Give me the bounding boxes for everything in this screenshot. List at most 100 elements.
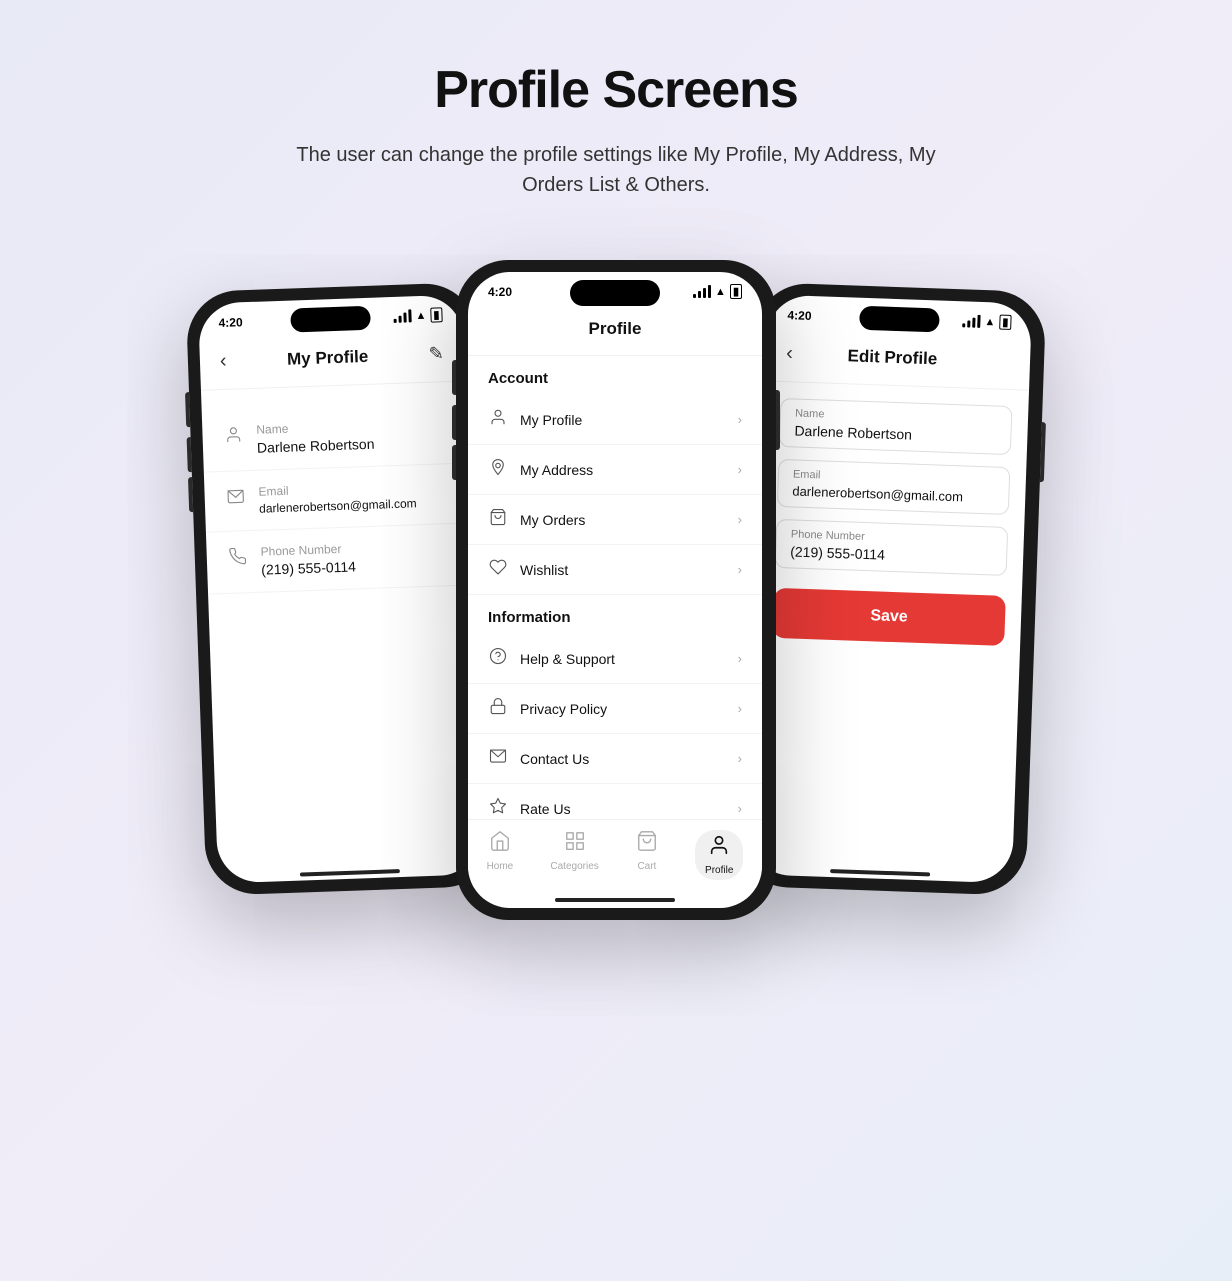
home-indicator-left xyxy=(300,869,400,876)
nav-home[interactable]: Home xyxy=(487,830,514,880)
phone-value: (219) 555-0114 xyxy=(261,558,356,577)
my-orders-text: My Orders xyxy=(520,512,585,528)
status-bar-middle: 4:20 ▲ ▮ xyxy=(468,272,762,303)
help-text: Help & Support xyxy=(520,651,615,667)
rate-icon xyxy=(488,797,508,819)
account-section-label: Account xyxy=(468,356,762,395)
menu-item-my-profile[interactable]: My Profile › xyxy=(468,395,762,445)
menu-item-contact[interactable]: Contact Us › xyxy=(468,734,762,784)
my-profile-text: My Profile xyxy=(520,412,582,428)
contact-text: Contact Us xyxy=(520,751,589,767)
wishlist-icon xyxy=(488,558,508,581)
status-icons-left: ▲ ▮ xyxy=(393,307,442,324)
dynamic-island-left xyxy=(290,306,371,333)
wishlist-text: Wishlist xyxy=(520,562,568,578)
signal-bars-left xyxy=(393,309,411,323)
email-label: Email xyxy=(258,479,416,498)
page-subtitle: The user can change the profile settings… xyxy=(266,140,966,200)
email-field: Email darlenerobertson@gmail.com xyxy=(204,463,470,532)
phone-left: 4:20 ▲ ▮ ‹ xyxy=(186,282,497,896)
nav-profile[interactable]: Profile xyxy=(695,830,743,880)
menu-item-help[interactable]: Help & Support › xyxy=(468,634,762,684)
menu-item-privacy[interactable]: Privacy Policy › xyxy=(468,684,762,734)
phone-input-group[interactable]: Phone Number (219) 555-0114 xyxy=(775,519,1009,576)
menu-item-my-address[interactable]: My Address › xyxy=(468,445,762,495)
email-input-value: darlenerobertson@gmail.com xyxy=(792,483,994,505)
nav-categories[interactable]: Categories xyxy=(550,830,598,880)
edit-profile-title: Edit Profile xyxy=(847,346,937,369)
menu-item-rate[interactable]: Rate Us › xyxy=(468,784,762,819)
menu-item-wishlist[interactable]: Wishlist › xyxy=(468,545,762,595)
my-address-icon xyxy=(488,458,508,481)
profile-menu-title: Profile xyxy=(488,319,742,339)
my-address-text: My Address xyxy=(520,462,593,478)
name-label: Name xyxy=(256,419,374,437)
profile-nav-label: Profile xyxy=(705,865,733,876)
page-title: Profile Screens xyxy=(266,60,966,120)
phones-container: 4:20 ▲ ▮ ‹ xyxy=(66,260,1166,920)
wifi-icon-right: ▲ xyxy=(984,316,995,328)
name-field-info: Name Darlene Robertson xyxy=(256,419,375,456)
back-button-right[interactable]: ‹ xyxy=(786,342,793,365)
phone-label: Phone Number xyxy=(260,541,355,558)
nav-cart[interactable]: Cart xyxy=(636,830,658,880)
my-orders-chevron: › xyxy=(738,512,742,527)
phone-field: Phone Number (219) 555-0114 xyxy=(206,523,472,594)
my-profile-icon xyxy=(488,408,508,431)
name-input-value: Darlene Robertson xyxy=(794,422,996,445)
signal-bars-middle xyxy=(693,285,711,298)
battery-icon-right: ▮ xyxy=(999,315,1012,330)
information-section-label: Information xyxy=(468,595,762,634)
time-left: 4:20 xyxy=(218,315,243,330)
save-button[interactable]: Save xyxy=(772,588,1006,646)
menu-item-my-orders[interactable]: My Orders › xyxy=(468,495,762,545)
help-chevron: › xyxy=(738,651,742,666)
edit-profile-header: ‹ Edit Profile xyxy=(765,325,1031,390)
my-profile-chevron: › xyxy=(738,412,742,427)
profile-menu-content: Account My Profile › xyxy=(468,356,762,819)
phone-left-screen: 4:20 ▲ ▮ ‹ xyxy=(198,295,482,884)
back-button-left[interactable]: ‹ xyxy=(220,350,227,373)
home-nav-label: Home xyxy=(487,861,514,872)
wifi-icon-left: ▲ xyxy=(415,309,426,321)
phone-icon xyxy=(228,547,247,571)
rate-text: Rate Us xyxy=(520,801,571,817)
edit-button-left[interactable]: ✎ xyxy=(428,343,444,365)
name-value: Darlene Robertson xyxy=(257,436,375,456)
email-input-group[interactable]: Email darlenerobertson@gmail.com xyxy=(777,459,1011,515)
profile-menu-header: Profile xyxy=(468,303,762,356)
privacy-chevron: › xyxy=(738,701,742,716)
edit-profile-content: Name Darlene Robertson Email darlenerobe… xyxy=(749,381,1029,867)
status-icons-right: ▲ ▮ xyxy=(962,313,1011,330)
dynamic-island-right xyxy=(859,306,940,333)
signal-bars-right xyxy=(962,314,980,328)
time-middle: 4:20 xyxy=(488,285,512,299)
name-input-group[interactable]: Name Darlene Robertson xyxy=(779,398,1013,455)
phone-middle: 4:20 ▲ ▮ Profile xyxy=(456,260,776,920)
email-value: darlenerobertson@gmail.com xyxy=(259,496,417,515)
status-icons-middle: ▲ ▮ xyxy=(693,284,742,299)
categories-nav-label: Categories xyxy=(550,861,598,872)
profile-fields: Name Darlene Robertson xyxy=(201,382,481,868)
name-field: Name Darlene Robertson xyxy=(202,401,468,472)
email-field-info: Email darlenerobertson@gmail.com xyxy=(258,479,417,515)
contact-icon xyxy=(488,747,508,770)
phone-right-screen: 4:20 ▲ ▮ ‹ xyxy=(748,294,1032,883)
categories-nav-icon xyxy=(564,830,586,858)
help-icon xyxy=(488,647,508,670)
profile-nav-icon xyxy=(708,834,730,862)
battery-icon-middle: ▮ xyxy=(730,284,742,299)
home-nav-icon xyxy=(489,830,511,858)
rate-chevron: › xyxy=(738,801,742,816)
time-right: 4:20 xyxy=(787,308,812,323)
my-address-chevron: › xyxy=(738,462,742,477)
home-indicator-middle xyxy=(555,898,675,902)
person-icon xyxy=(224,425,243,449)
home-indicator-right xyxy=(830,869,930,876)
privacy-icon xyxy=(488,697,508,720)
privacy-text: Privacy Policy xyxy=(520,701,607,717)
wifi-icon-middle: ▲ xyxy=(715,286,726,298)
cart-nav-icon xyxy=(636,830,658,858)
page-header: Profile Screens The user can change the … xyxy=(266,60,966,200)
battery-icon-left: ▮ xyxy=(430,307,443,322)
